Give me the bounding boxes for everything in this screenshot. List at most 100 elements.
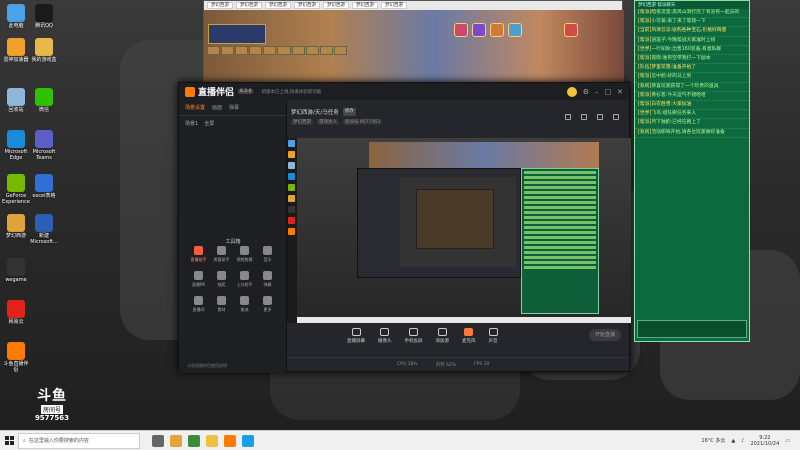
chat-channel: [世界]	[638, 111, 652, 117]
left-panel: 场景设置 画面 弹幕 场景1 全屏 工具箱 直播助手 房管助手 视频剪辑 音乐 直播PK 抽奖 上…	[179, 100, 287, 373]
game-window[interactable]: 梦幻西游 梦幻西游 梦幻西游 梦幻西游 梦幻西游 梦幻西游 梦幻西游	[203, 0, 624, 83]
chat-channel: [世界]	[638, 46, 652, 52]
scene-item[interactable]: 全屏	[204, 120, 214, 127]
tool-item[interactable]: 推流	[233, 296, 256, 313]
tool-item[interactable]: 上分助手	[233, 271, 256, 288]
desktop-icon[interactable]: 网易云	[2, 300, 30, 325]
preview-chat	[521, 168, 599, 314]
lock-icon[interactable]	[565, 114, 571, 120]
tool-item[interactable]: 直播间	[187, 296, 210, 313]
control-label: 声音	[488, 339, 498, 344]
settings-icon[interactable]: ⚙	[583, 88, 589, 96]
desktop-icon[interactable]: wegame	[2, 258, 30, 283]
game-tab[interactable]: 梦幻西游	[207, 2, 233, 9]
control-button[interactable]: 麦克风	[462, 328, 476, 344]
preview-app	[357, 168, 521, 278]
record-icon[interactable]	[581, 114, 587, 120]
edit-title-button[interactable]: 修改	[342, 108, 356, 116]
game-portrait[interactable]	[508, 23, 522, 37]
desktop-icon-label: Microsoft Edge	[4, 149, 28, 161]
tool-item[interactable]: 弹幕	[256, 271, 279, 288]
game-portrait[interactable]	[454, 23, 468, 37]
volume-icon[interactable]: ♪	[741, 438, 744, 444]
desktop-icon[interactable]: Microsoft Teams	[30, 130, 58, 161]
left-tab[interactable]: 弹幕	[229, 104, 239, 111]
desktop-icon[interactable]: 新建 Microsoft...	[30, 214, 58, 245]
layout-icon[interactable]	[597, 114, 603, 120]
game-portrait[interactable]	[472, 23, 486, 37]
announcement[interactable]: 新版本已上线,快来体验新功能	[261, 89, 321, 95]
chrome-icon[interactable]	[188, 434, 200, 447]
desktop-icon[interactable]: 斗鱼直播伴侣	[2, 342, 30, 373]
game-scene[interactable]	[204, 10, 624, 83]
streaming-app-window[interactable]: 直播伴侣 6.3.0 新版本已上线,快来体验新功能 ⚙ – □ ✕ 场景设置 画面…	[178, 82, 631, 373]
control-button[interactable]: 直播屏幕	[347, 328, 365, 344]
game-tab[interactable]: 梦幻西游	[236, 2, 262, 9]
desktop-icon[interactable]: 腾讯QQ	[30, 4, 58, 29]
desktop-icon[interactable]: 我的游戏盒	[30, 38, 58, 63]
desktop-icon[interactable]: Microsoft Edge	[2, 130, 30, 161]
stream-preview[interactable]	[287, 138, 631, 323]
control-button[interactable]: 添加源	[436, 328, 449, 344]
desktop-icon[interactable]: excel表格	[30, 174, 58, 199]
notification-icon[interactable]: ▭	[785, 438, 790, 444]
tool-icon	[217, 296, 226, 305]
tool-item[interactable]: 直播PK	[187, 271, 210, 288]
tool-item[interactable]: 房管助手	[210, 246, 233, 263]
help-link[interactable]: 斗鱼直播伴侣使用说明	[187, 363, 227, 369]
scene-item[interactable]: 场景1	[185, 120, 198, 127]
control-button[interactable]: 摄像头	[378, 328, 392, 344]
control-button[interactable]: 手机投屏	[405, 328, 423, 344]
game-tab[interactable]: 梦幻西游	[323, 2, 349, 9]
avatar[interactable]	[566, 86, 577, 97]
network-icon[interactable]: ▲	[731, 438, 735, 444]
control-button[interactable]: 声音	[488, 328, 498, 344]
tool-item[interactable]: 音乐	[256, 246, 279, 263]
control-icon	[464, 328, 474, 336]
desktop-icon[interactable]: 此电脑	[2, 4, 30, 29]
control-icon	[437, 328, 447, 336]
chat-text: 活动即将开始,请各位玩家做好准备	[651, 129, 725, 135]
desktop-icon[interactable]: 梦幻西游	[2, 214, 30, 239]
task-view-icon[interactable]	[152, 434, 164, 447]
clock[interactable]: 9:22 2021/10/24	[750, 435, 779, 447]
chat-text: 青衫客:今天运气不错哈哈	[651, 92, 706, 98]
app-icon	[7, 258, 25, 276]
game-tab[interactable]: 梦幻西游	[352, 2, 378, 9]
game-tab[interactable]: 梦幻西游	[381, 2, 407, 9]
start-button[interactable]	[0, 432, 18, 450]
game-tab[interactable]: 梦幻西游	[294, 2, 320, 9]
desktop-icon[interactable]: 微信	[30, 88, 58, 113]
skill-bar[interactable]	[207, 46, 347, 55]
tool-item[interactable]: 素材	[210, 296, 233, 313]
left-tab[interactable]: 画面	[212, 104, 222, 111]
streaming-app-icon[interactable]	[224, 434, 236, 447]
left-tab[interactable]: 场景设置	[185, 104, 205, 111]
tool-item[interactable]: 直播助手	[187, 246, 210, 263]
search-box[interactable]: ⌕ 在这里输入你要搜索的内容	[18, 432, 140, 449]
file-explorer-icon[interactable]	[206, 434, 218, 447]
desktop-icon[interactable]: GeForce Experience	[2, 174, 30, 205]
desktop-icon[interactable]: 回收站	[2, 88, 30, 113]
weather[interactable]: 16°C 多云	[701, 437, 725, 444]
game-tab[interactable]: 梦幻西游	[265, 2, 291, 9]
tool-icon	[263, 271, 272, 280]
tool-item[interactable]: 更多	[256, 296, 279, 313]
tool-item[interactable]: 视频剪辑	[233, 246, 256, 263]
game-portrait[interactable]	[564, 23, 578, 37]
qq-icon[interactable]	[242, 434, 254, 447]
chat-text: 夜雨:谁有空带我打一下副本	[651, 56, 711, 62]
close-icon[interactable]: ✕	[617, 88, 623, 96]
desktop-icon[interactable]: 雷神加速器	[2, 38, 30, 63]
desktop-icon-label: 我的游戏盒	[31, 57, 57, 63]
minimize-icon[interactable]: –	[595, 88, 599, 96]
chat-window[interactable]: 梦幻西游 帮派聊天 [帮派]暗夜流萤:黑风山洞打完了有没有一起去的 [帮派]小可爱…	[634, 0, 750, 342]
game-app-icon[interactable]	[170, 434, 182, 447]
share-icon[interactable]	[613, 114, 619, 120]
start-live-button[interactable]: 开始直播	[589, 329, 621, 341]
chat-text: 暗夜流萤:黑风山洞打完了有没有一起去的	[651, 10, 740, 15]
tool-item[interactable]: 抽奖	[210, 271, 233, 288]
chat-input[interactable]	[637, 320, 747, 338]
game-portrait[interactable]	[490, 23, 504, 37]
maximize-icon[interactable]: □	[605, 88, 612, 96]
